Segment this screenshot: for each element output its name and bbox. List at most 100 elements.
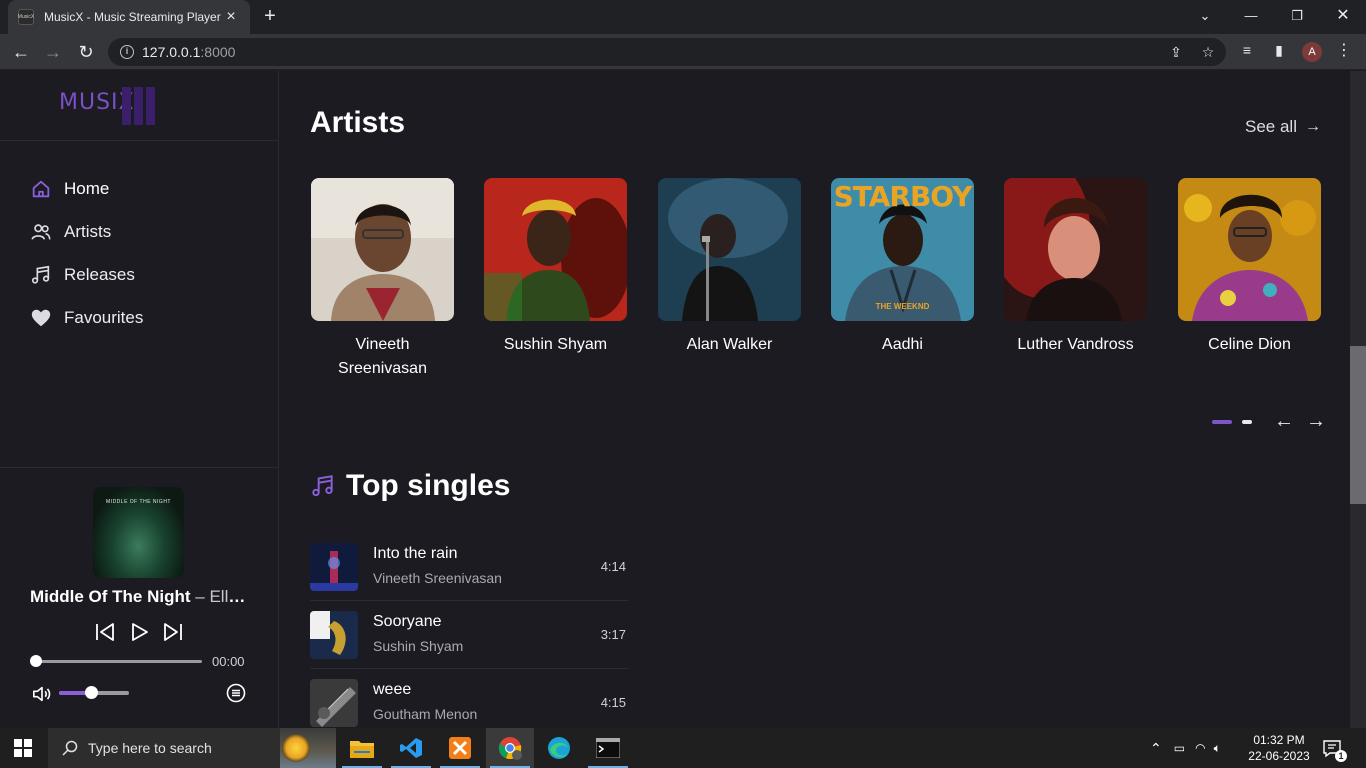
users-icon bbox=[31, 223, 51, 240]
music-note-icon bbox=[312, 475, 333, 497]
close-window-button[interactable]: ✕ bbox=[1320, 4, 1366, 28]
side-panel-icon[interactable]: ▮ bbox=[1268, 42, 1290, 59]
new-tab-button[interactable]: + bbox=[258, 4, 282, 28]
profile-avatar[interactable]: A bbox=[1302, 42, 1322, 62]
forward-button[interactable]: → bbox=[41, 40, 65, 64]
windows-start-icon[interactable] bbox=[14, 739, 32, 757]
queue-icon[interactable] bbox=[226, 683, 246, 703]
top-singles-list: Into the rain Vineeth Sreenivasan 4:14 S… bbox=[310, 533, 628, 728]
artist-photo bbox=[1004, 178, 1147, 321]
arrow-right-icon[interactable]: → bbox=[1306, 410, 1326, 433]
volume-knob[interactable] bbox=[84, 686, 98, 699]
now-playing-title: Middle Of The Night – Elley Duhé bbox=[30, 587, 252, 607]
sidebar-item-home[interactable]: Home bbox=[30, 167, 143, 210]
page-scrollbar[interactable] bbox=[1350, 71, 1366, 728]
browser-tab[interactable]: MusicX MusicX - Music Streaming Player × bbox=[8, 0, 250, 34]
artist-photo bbox=[311, 178, 454, 321]
sidebar-item-label: Releases bbox=[64, 264, 135, 284]
media-queue-icon[interactable]: ≡ bbox=[1236, 42, 1258, 58]
xampp-icon bbox=[449, 737, 471, 759]
sidebar-item-favourites[interactable]: Favourites bbox=[30, 296, 143, 339]
tab-title: MusicX - Music Streaming Player bbox=[44, 10, 221, 24]
sidebar-item-releases[interactable]: Releases bbox=[30, 253, 143, 296]
artist-card[interactable]: Sushin Shyam bbox=[484, 178, 627, 357]
browser-menu-icon[interactable]: ⋮ bbox=[1336, 42, 1352, 60]
site-info-icon[interactable]: i bbox=[120, 45, 134, 59]
single-title: weee bbox=[373, 681, 412, 698]
elapsed-time: 00:00 bbox=[212, 654, 245, 669]
single-artist: Vineeth Sreenivasan bbox=[373, 570, 502, 586]
single-thumbnail bbox=[310, 543, 358, 591]
pager-dot[interactable] bbox=[1242, 419, 1252, 424]
sidebar-divider bbox=[0, 140, 279, 141]
play-icon[interactable] bbox=[127, 620, 151, 644]
sidebar-item-artists[interactable]: Artists bbox=[30, 210, 143, 253]
now-playing-panel: MIDDLE OF THE NIGHT Middle Of The Night … bbox=[0, 467, 279, 728]
edge-app[interactable] bbox=[535, 728, 583, 768]
speaker-icon[interactable]: 🔈︎ bbox=[1214, 741, 1221, 756]
tab-search-chevron-icon[interactable]: ⌄ bbox=[1182, 4, 1228, 28]
musicx-app: MUSIX Home Artists Releases Favourites M… bbox=[0, 71, 1366, 728]
musix-logo[interactable]: MUSIX bbox=[58, 85, 160, 127]
previous-track-icon[interactable] bbox=[93, 620, 117, 644]
sidebar-item-label: Artists bbox=[64, 221, 112, 241]
progress-knob[interactable] bbox=[30, 655, 42, 667]
xampp-app[interactable] bbox=[436, 728, 484, 768]
artist-card[interactable]: STARBOY THE WEEKND Aadhi bbox=[831, 178, 974, 357]
vscode-icon bbox=[400, 738, 422, 758]
volume-icon[interactable] bbox=[31, 684, 53, 704]
edge-icon bbox=[548, 737, 570, 759]
artist-name: Sushin Shyam bbox=[503, 336, 608, 353]
see-all-link[interactable]: See all → bbox=[1245, 117, 1321, 137]
artist-name: Vineeth Sreenivasan bbox=[338, 336, 427, 377]
artists-section-title: Artists bbox=[310, 106, 406, 139]
chrome-app[interactable] bbox=[486, 728, 534, 768]
show-hidden-icons-chevron-icon[interactable]: ⌃ bbox=[1150, 740, 1162, 757]
artist-name: Luther Vandross bbox=[1017, 336, 1134, 353]
single-row[interactable]: Into the rain Vineeth Sreenivasan 4:14 bbox=[310, 533, 628, 601]
battery-icon[interactable]: ▭ bbox=[1174, 741, 1185, 755]
tab-close-icon[interactable]: × bbox=[222, 8, 240, 26]
restore-button[interactable]: ❐ bbox=[1274, 4, 1320, 28]
back-button[interactable]: ← bbox=[9, 40, 33, 64]
single-row[interactable]: weee Goutham Menon 4:15 bbox=[310, 669, 628, 728]
chrome-icon bbox=[498, 737, 522, 760]
terminal-app[interactable] bbox=[584, 728, 632, 768]
main-content: Artists See all → Vineeth Sreenivasan Su… bbox=[280, 71, 1350, 728]
reload-button[interactable]: ↻ bbox=[74, 40, 98, 64]
artist-card[interactable]: Celine Dion bbox=[1178, 178, 1321, 357]
now-playing-cover: MIDDLE OF THE NIGHT bbox=[93, 487, 184, 578]
bookmark-star-icon[interactable]: ☆ bbox=[1198, 44, 1218, 61]
single-duration: 3:17 bbox=[600, 627, 626, 642]
arrow-left-icon[interactable]: ← bbox=[1274, 410, 1294, 433]
single-row[interactable]: Sooryane Sushin Shyam 3:17 bbox=[310, 601, 628, 669]
playback-controls bbox=[93, 620, 185, 644]
artist-card[interactable]: Vineeth Sreenivasan bbox=[311, 178, 454, 381]
share-icon[interactable]: ⇪ bbox=[1166, 44, 1186, 61]
notification-center-icon[interactable]: 1 bbox=[1322, 728, 1347, 768]
volume-slider[interactable] bbox=[59, 686, 129, 699]
next-track-icon[interactable] bbox=[161, 620, 185, 644]
artist-card[interactable]: Alan Walker bbox=[658, 178, 801, 357]
music-note-icon bbox=[31, 265, 50, 284]
artist-card[interactable]: Luther Vandross bbox=[1004, 178, 1147, 357]
cover-bottom-text: THE WEEKND bbox=[875, 302, 930, 311]
minimize-button[interactable]: — bbox=[1228, 4, 1274, 28]
taskbar-clock[interactable]: 01:32 PM 22-06-2023 bbox=[1244, 732, 1314, 764]
single-duration: 4:15 bbox=[600, 695, 626, 710]
pager-dot-active[interactable] bbox=[1212, 419, 1232, 424]
terminal-icon bbox=[596, 738, 620, 758]
home-icon bbox=[32, 180, 50, 197]
single-title: Sooryane bbox=[373, 613, 442, 630]
wifi-icon[interactable]: ◠ bbox=[1195, 741, 1205, 755]
artist-photo bbox=[484, 178, 627, 321]
vscode-app[interactable] bbox=[387, 728, 435, 768]
progress-slider[interactable] bbox=[30, 655, 202, 667]
file-explorer-app[interactable] bbox=[338, 728, 386, 768]
scrollbar-thumb[interactable] bbox=[1350, 346, 1366, 504]
single-duration: 4:14 bbox=[600, 559, 626, 574]
clock-date: 22-06-2023 bbox=[1248, 749, 1310, 763]
search-icon bbox=[62, 740, 78, 756]
browser-toolbar: ← → ↻ i 127.0.0.1:8000 ⇪ ☆ ≡ ▮ A ⋮ bbox=[0, 34, 1366, 70]
address-bar[interactable]: i 127.0.0.1:8000 ⇪ ☆ bbox=[108, 38, 1226, 66]
